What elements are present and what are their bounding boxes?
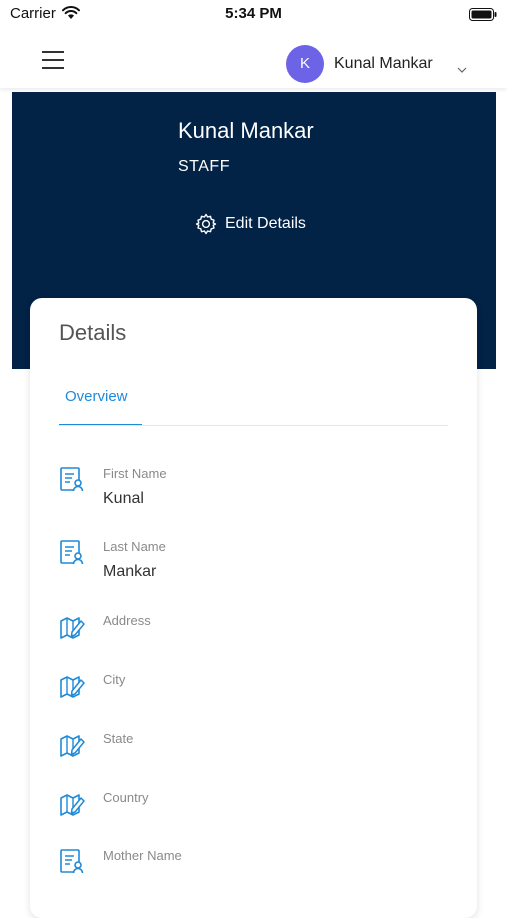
hamburger-menu-icon[interactable]: [42, 51, 64, 74]
details-card: Details Overview First Name Kunal Last N…: [30, 298, 477, 918]
contact-card-icon: [59, 539, 85, 570]
chevron-down-icon[interactable]: [457, 60, 467, 78]
field-country: Country: [59, 790, 449, 840]
field-label: First Name: [103, 466, 167, 481]
field-mother-name: Mother Name: [59, 848, 449, 898]
map-edit-icon: [59, 674, 85, 703]
field-state: State: [59, 731, 449, 781]
field-label: State: [103, 731, 134, 746]
profile-role: STAFF: [178, 158, 230, 175]
tab-overview[interactable]: Overview: [59, 380, 142, 426]
tab-overview-label: Overview: [65, 388, 128, 405]
gear-icon: [195, 213, 217, 235]
field-label: Mother Name: [103, 848, 182, 863]
user-name[interactable]: Kunal Mankar: [334, 55, 433, 73]
top-nav-bar: K Kunal Mankar: [0, 30, 507, 88]
field-value: Kunal: [103, 490, 144, 507]
field-label: Country: [103, 790, 149, 805]
field-label: Address: [103, 613, 151, 628]
map-edit-icon: [59, 733, 85, 762]
field-address: Address: [59, 613, 449, 663]
field-last-name: Last Name Mankar: [59, 539, 449, 589]
field-city: City: [59, 672, 449, 722]
field-value: Mankar: [103, 563, 157, 580]
edit-details-label: Edit Details: [225, 215, 306, 232]
field-label: Last Name: [103, 539, 166, 554]
contact-card-icon: [59, 848, 85, 879]
field-first-name: First Name Kunal: [59, 466, 449, 516]
status-bar: Carrier 5:34 PM: [0, 0, 507, 30]
avatar[interactable]: K: [286, 45, 324, 83]
battery-icon: [469, 8, 497, 26]
contact-card-icon: [59, 466, 85, 497]
edit-details-button[interactable]: Edit Details: [195, 212, 306, 236]
status-time: 5:34 PM: [225, 5, 282, 22]
profile-name: Kunal Mankar: [178, 118, 314, 143]
map-edit-icon: [59, 615, 85, 644]
card-title: Details: [59, 320, 127, 345]
tab-divider: [59, 425, 448, 426]
map-edit-icon: [59, 792, 85, 821]
field-label: City: [103, 672, 126, 687]
